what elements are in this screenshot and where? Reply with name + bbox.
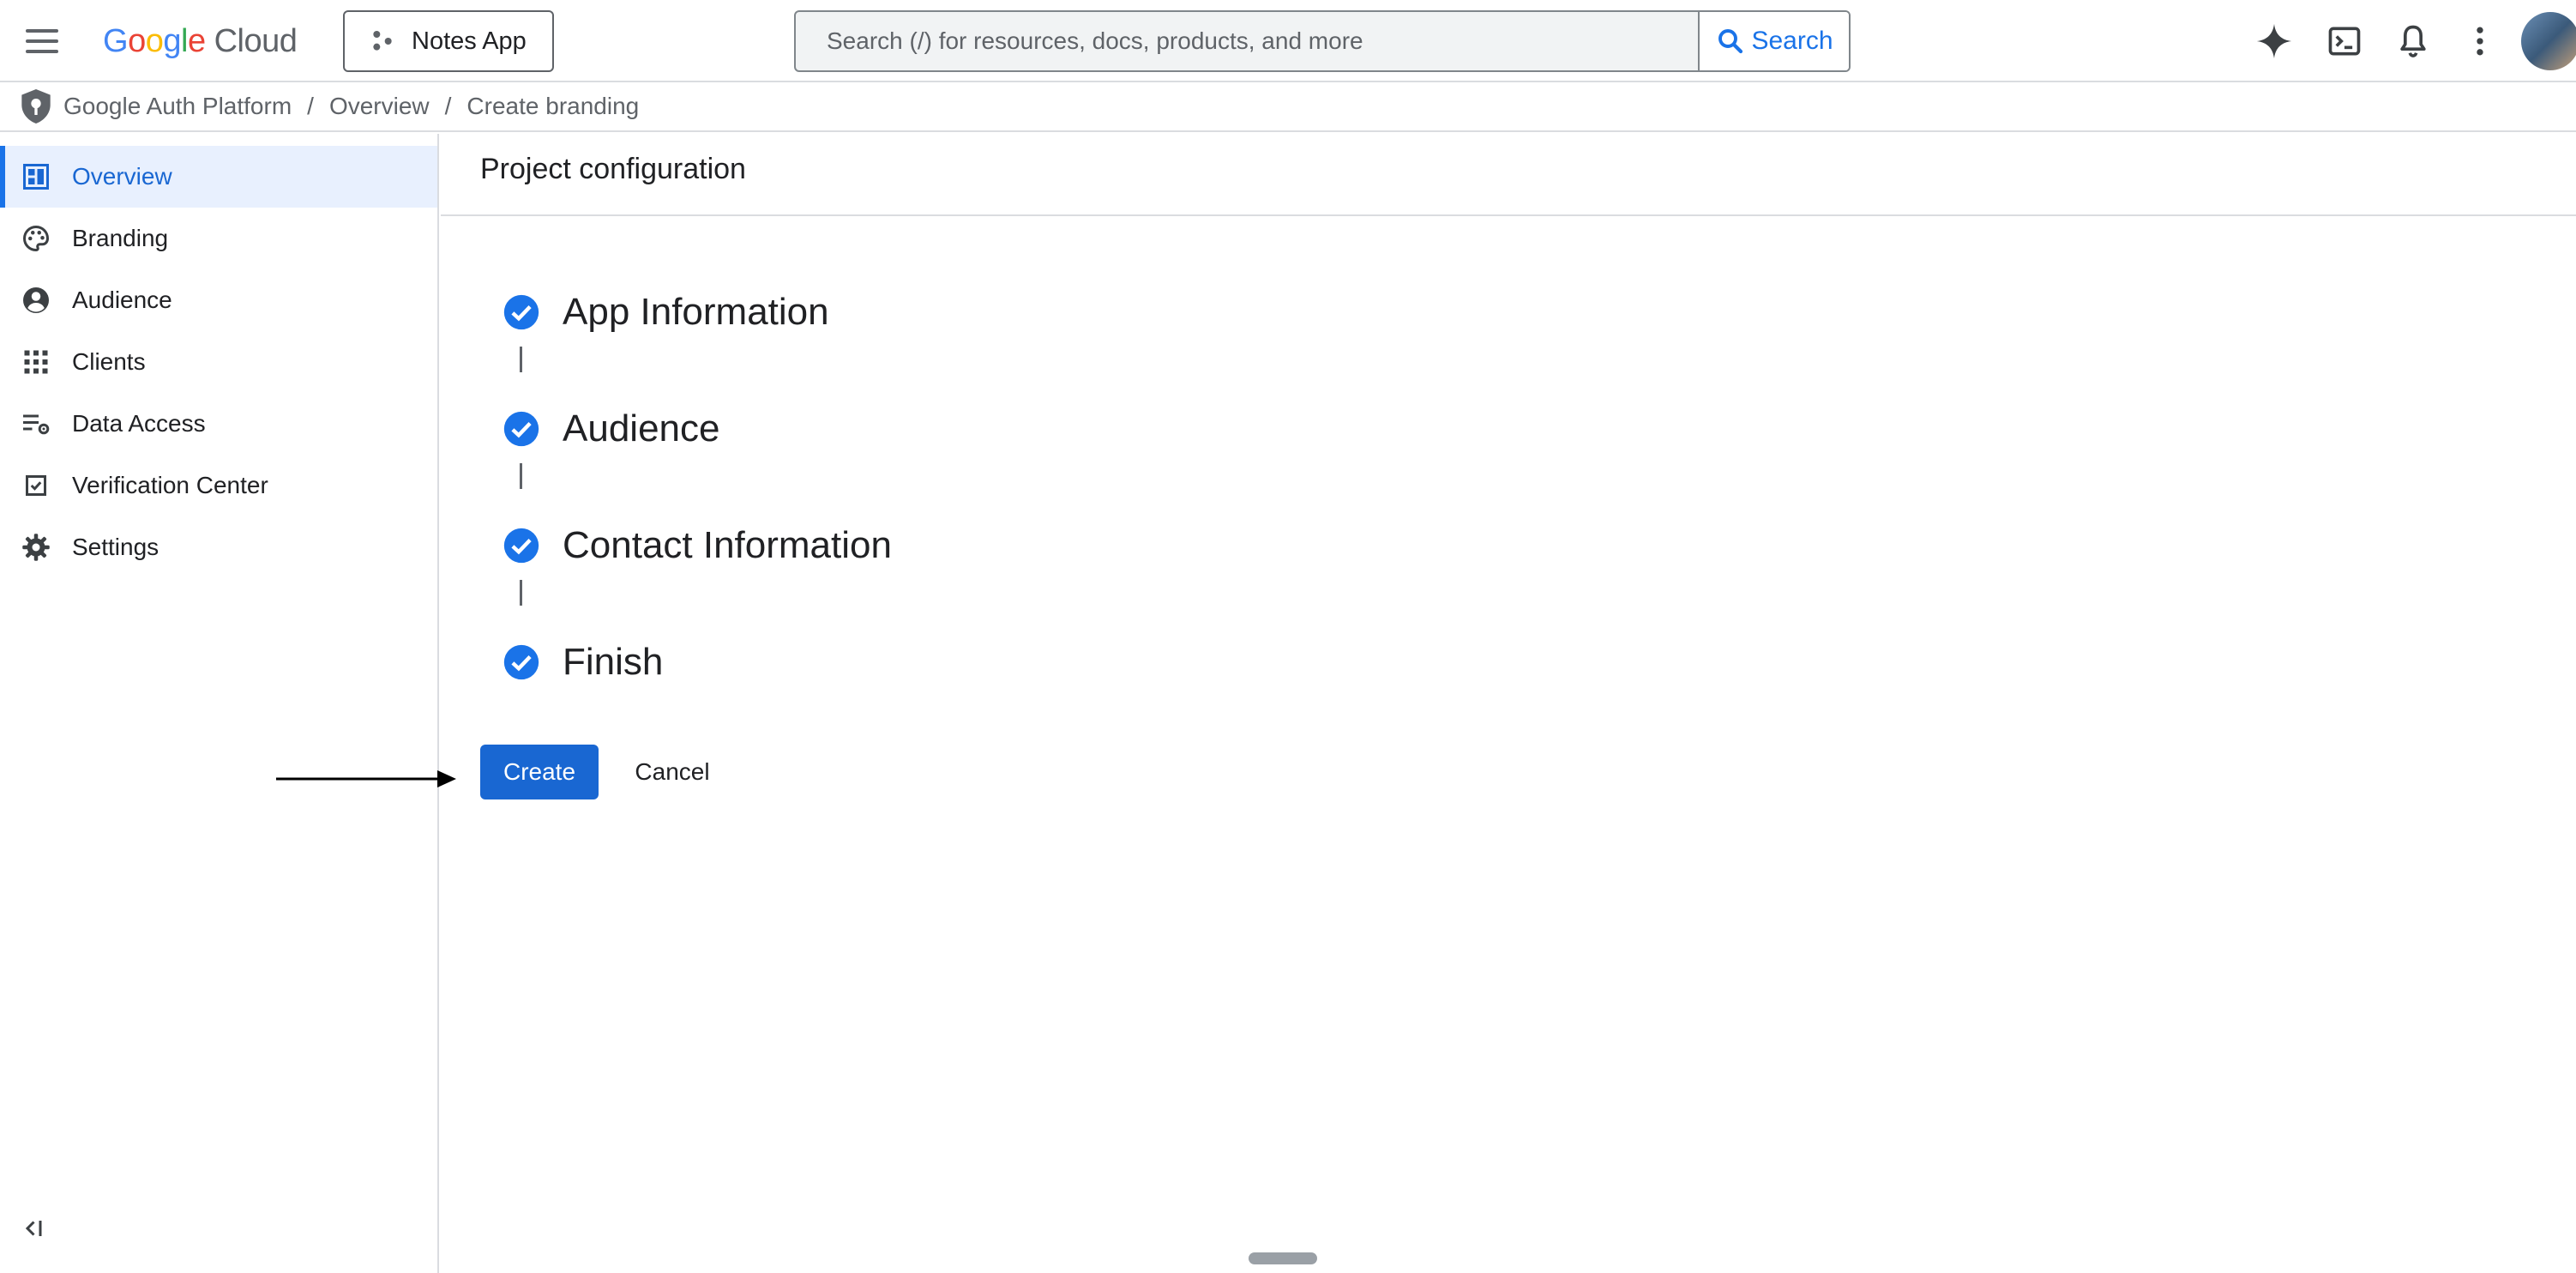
- step-label: App Information: [563, 291, 829, 333]
- verified-checkbox-icon: [26, 475, 46, 496]
- project-name: Notes App: [412, 27, 527, 55]
- annotation-arrow-icon: [276, 770, 456, 787]
- sidebar-item-data-access[interactable]: Data Access: [0, 393, 437, 455]
- cancel-button[interactable]: Cancel: [619, 745, 725, 799]
- check-circle-icon: [503, 411, 539, 447]
- sidebar: Overview Branding Audience Clients Data …: [0, 134, 439, 1273]
- search-button[interactable]: Search: [1698, 12, 1849, 70]
- step-connector: [520, 347, 522, 372]
- breadcrumb: Google Auth Platform / Overview / Create…: [0, 82, 2576, 132]
- sidebar-item-overview[interactable]: Overview: [0, 146, 437, 208]
- search-input[interactable]: [796, 12, 1698, 70]
- breadcrumb-overview[interactable]: Overview: [329, 93, 430, 120]
- page-title: Project configuration: [480, 153, 746, 185]
- sidebar-item-branding[interactable]: Branding: [0, 208, 437, 269]
- dashboard-icon: [23, 164, 49, 190]
- step-app-information: App Information: [503, 291, 829, 333]
- step-label: Contact Information: [563, 524, 892, 566]
- step-label: Audience: [563, 407, 720, 449]
- step-finish: Finish: [503, 641, 664, 683]
- search-bar: Search: [794, 10, 1851, 72]
- breadcrumb-create-branding: Create branding: [466, 93, 640, 119]
- check-circle-icon: [503, 528, 539, 564]
- account-avatar[interactable]: [2521, 12, 2576, 70]
- step-label: Finish: [563, 641, 664, 683]
- create-button[interactable]: Create: [480, 745, 599, 799]
- step-contact-information: Contact Information: [503, 524, 892, 566]
- search-icon: [1718, 29, 1743, 54]
- apps-grid-icon: [24, 350, 48, 374]
- resize-handle[interactable]: [1249, 1252, 1317, 1264]
- project-picker-button[interactable]: Notes App: [343, 10, 554, 72]
- breadcrumb-auth-platform[interactable]: Google Auth Platform: [63, 93, 292, 120]
- bell-icon: [2400, 25, 2426, 57]
- gear-icon: [22, 534, 50, 561]
- google-cloud-logo[interactable]: Google Cloud: [103, 17, 298, 65]
- top-bar: Google Cloud Notes App Search: [0, 0, 2576, 82]
- more-vert-icon: [2477, 27, 2483, 56]
- check-circle-icon: [503, 294, 539, 330]
- title-divider: [441, 214, 2576, 216]
- step-connector: [520, 463, 522, 489]
- palette-icon: [22, 225, 50, 252]
- notifications-button[interactable]: [2389, 17, 2437, 65]
- step-audience: Audience: [503, 407, 720, 449]
- data-access-icon: [23, 414, 50, 435]
- step-connector: [520, 580, 522, 606]
- gemini-button[interactable]: [2250, 17, 2298, 65]
- main-menu-button[interactable]: [26, 22, 67, 60]
- terminal-icon: [2328, 27, 2361, 56]
- sidebar-item-verification-center[interactable]: Verification Center: [0, 455, 437, 516]
- hamburger-icon: [26, 29, 58, 33]
- sidebar-item-settings[interactable]: Settings: [0, 516, 437, 578]
- sidebar-item-clients[interactable]: Clients: [0, 331, 437, 393]
- account-circle-icon: [23, 287, 49, 313]
- shield-icon: [21, 89, 51, 124]
- cloud-shell-button[interactable]: [2320, 17, 2368, 65]
- sparkle-icon: [2256, 23, 2292, 59]
- sidebar-item-audience[interactable]: Audience: [0, 269, 437, 331]
- more-options-button[interactable]: [2456, 17, 2504, 65]
- check-circle-icon: [503, 644, 539, 680]
- project-nodes-icon: [373, 31, 392, 51]
- collapse-sidebar-icon[interactable]: [22, 1213, 53, 1244]
